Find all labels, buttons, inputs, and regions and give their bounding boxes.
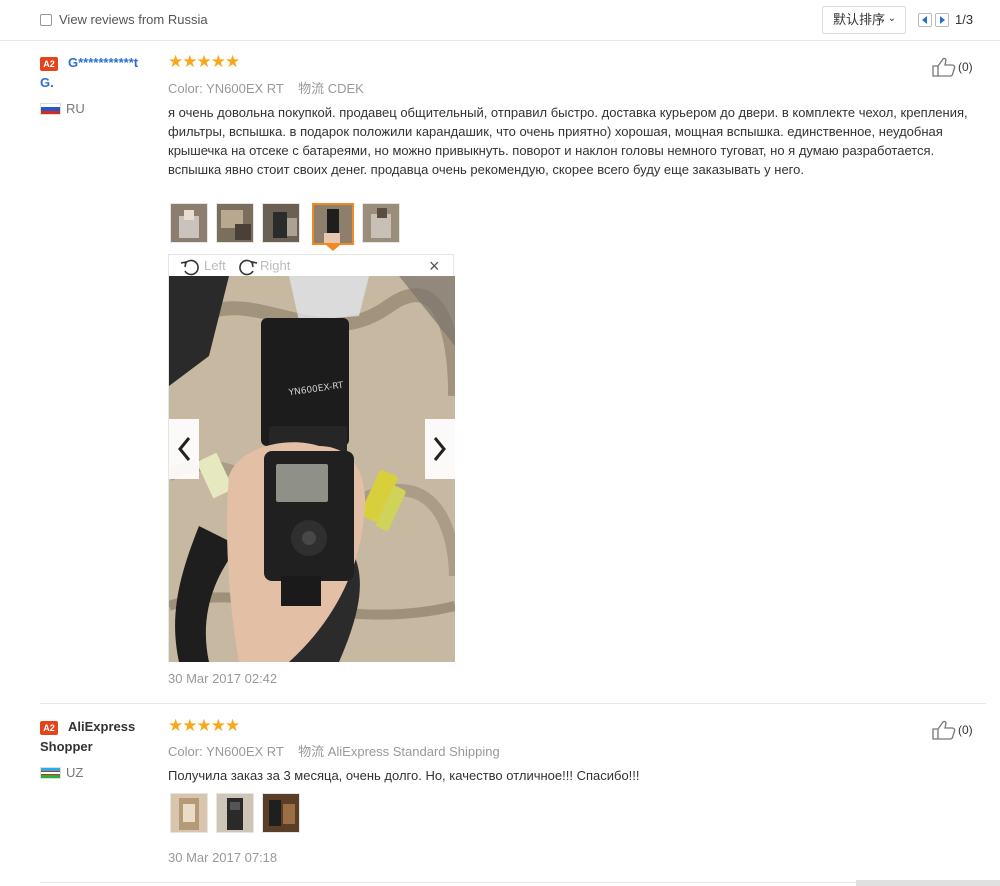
next-page-button[interactable] (935, 13, 949, 27)
chevron-left-icon (922, 16, 927, 24)
reviews-toolbar: View reviews from Russia 默认排序 ⌄ 1/3 (0, 0, 1000, 41)
thumbs-up-icon (932, 57, 956, 77)
thumbs-up-icon (932, 720, 956, 740)
photo-thumbnail-image (171, 204, 207, 242)
reviewer-country: UZ (66, 765, 84, 780)
photo-thumbnail-image (217, 794, 253, 832)
reviewer-name[interactable]: G***********t (68, 55, 138, 70)
photo-thumbnail-image (217, 204, 253, 242)
next-photo-button[interactable] (425, 419, 455, 479)
chevron-left-icon (178, 437, 191, 461)
photo-thumbnail-image (263, 794, 299, 832)
shipping-label: 物流 (298, 744, 325, 759)
star-rating: ★★★★★ (168, 52, 240, 71)
review-photo-thumb[interactable] (170, 203, 208, 243)
horizontal-scrollbar[interactable] (856, 880, 1000, 886)
review-date: 30 Mar 2017 02:42 (168, 671, 278, 686)
photo-viewer: Left Right × YN600EX-RT (168, 254, 455, 662)
reviewer-country: RU (66, 101, 85, 116)
chevron-right-icon (433, 437, 446, 461)
russia-filter-label[interactable]: View reviews from Russia (59, 12, 208, 27)
russia-filter-checkbox[interactable] (40, 14, 52, 26)
review-divider (40, 703, 986, 704)
review-date: 30 Mar 2017 07:18 (168, 850, 278, 865)
rotate-left-icon (180, 259, 199, 276)
shipping-label: 物流 (298, 81, 325, 96)
rotate-right-icon (239, 259, 258, 276)
prev-page-button[interactable] (918, 13, 932, 27)
russia-flag-icon (40, 103, 61, 115)
review-photo-thumb[interactable] (170, 793, 208, 833)
review-photo-thumb[interactable] (216, 793, 254, 833)
helpful-button[interactable] (932, 57, 956, 82)
close-viewer-button[interactable]: × (429, 256, 440, 277)
review-photo-large: YN600EX-RT (169, 276, 455, 662)
helpful-button[interactable] (932, 720, 956, 745)
chevron-down-icon: ⌄ (887, 13, 896, 24)
review-divider (40, 882, 986, 883)
review-photo-thumb[interactable] (362, 203, 400, 243)
review-photo-thumb-selected[interactable] (312, 203, 354, 245)
sort-dropdown[interactable]: 默认排序 ⌄ (822, 6, 906, 34)
color-label: Color: (168, 81, 203, 96)
star-rating: ★★★★★ (168, 716, 240, 735)
photo-thumbnail-image (363, 204, 399, 242)
reviewer-name-line2[interactable]: G. (40, 75, 54, 90)
photo-thumbnail-image (263, 204, 299, 242)
review-photo-thumb[interactable] (262, 793, 300, 833)
photo-thumbnail-image (171, 794, 207, 832)
shipping-value: CDEK (327, 81, 364, 96)
shipping-value: AliExpress Standard Shipping (327, 744, 500, 759)
selected-thumb-pointer (326, 245, 340, 251)
helpful-count: (0) (958, 723, 973, 737)
color-value: YN600EX RT (206, 81, 284, 96)
rotate-right-label[interactable]: Right (260, 258, 290, 273)
rotate-left-label[interactable]: Left (204, 258, 226, 273)
color-label: Color: (168, 744, 203, 759)
reviewer-name: AliExpress (68, 719, 136, 734)
prev-photo-button[interactable] (169, 419, 199, 479)
color-value: YN600EX RT (206, 744, 284, 759)
reviewer-name-line2: Shopper (40, 739, 93, 754)
review-meta: Color: YN600EX RT 物流 AliExpress Standard… (168, 741, 500, 760)
photo-thumbnail-image (314, 205, 352, 243)
review-photo-thumb[interactable] (262, 203, 300, 243)
review-photo-thumb[interactable] (216, 203, 254, 243)
page-indicator: 1/3 (955, 12, 974, 27)
review-text: Получила заказ за 3 месяца, очень долго.… (168, 768, 640, 783)
buyer-level-badge: A2 (40, 57, 58, 71)
review-text: я очень довольна покупкой. продавец общи… (168, 105, 968, 177)
helpful-count: (0) (958, 60, 973, 74)
chevron-right-icon (940, 16, 945, 24)
uzbekistan-flag-icon (40, 767, 61, 779)
review-meta: Color: YN600EX RT 物流 CDEK (168, 78, 364, 97)
buyer-level-badge: A2 (40, 721, 58, 735)
